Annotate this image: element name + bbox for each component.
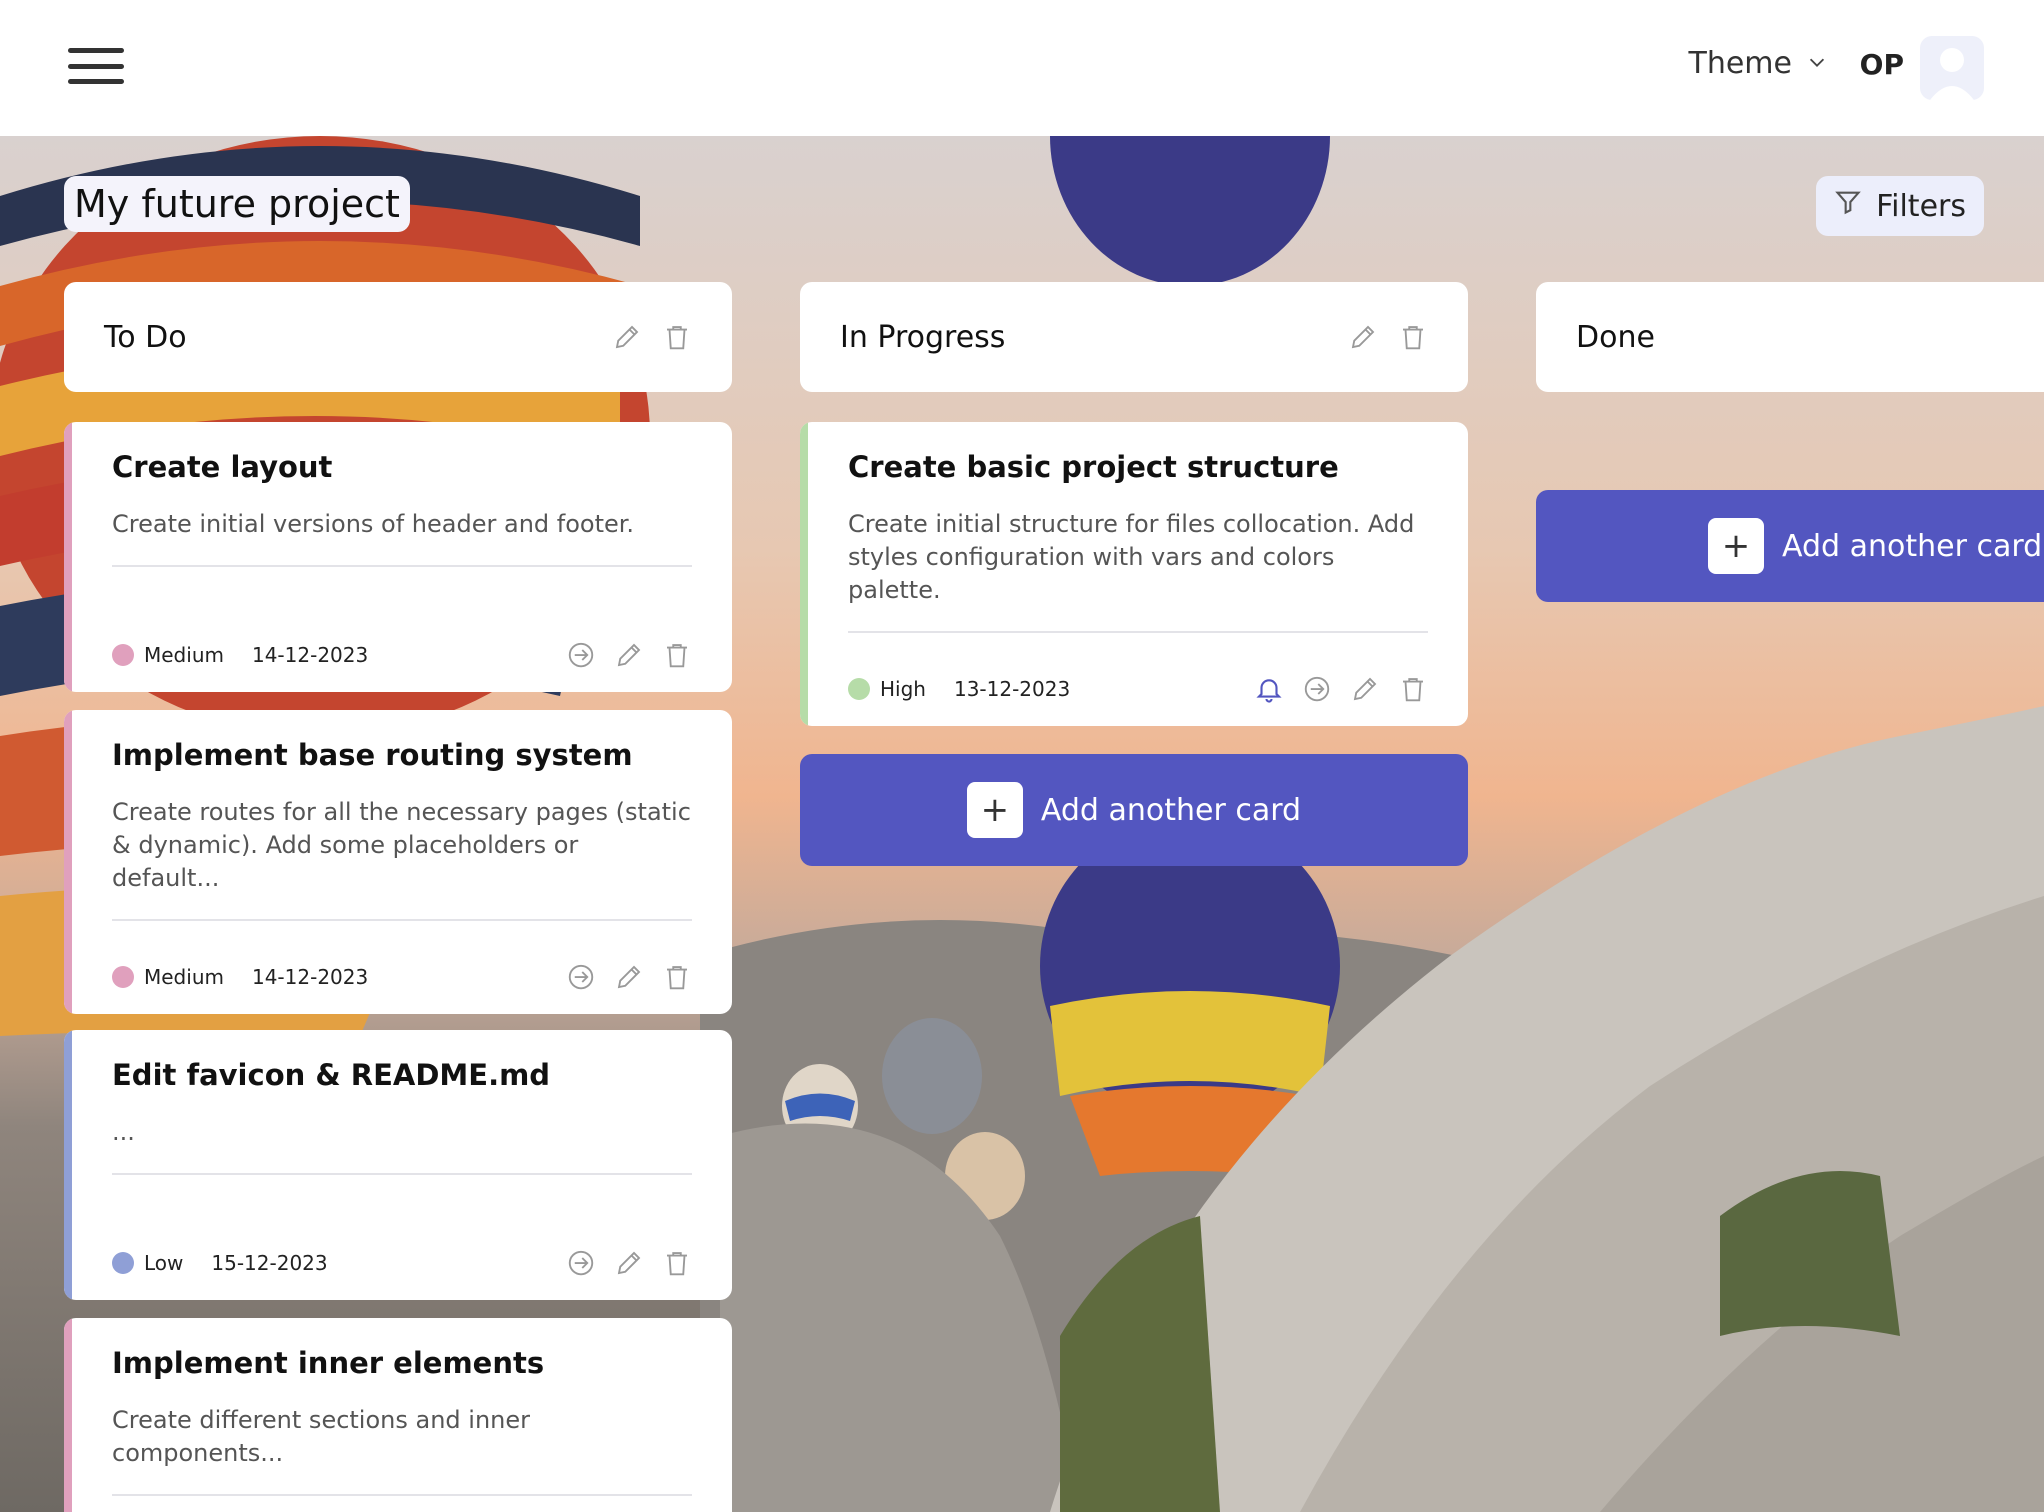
add-card-label: Add another card — [1782, 528, 2043, 564]
user-initials: OP — [1859, 48, 1904, 81]
move-arrow-icon[interactable] — [1302, 674, 1332, 704]
task-card[interactable]: Edit favicon & README.md ... Low 15-12-2… — [64, 1030, 732, 1300]
top-header: Theme OP — [0, 0, 2044, 136]
card-title: Create layout — [112, 450, 333, 484]
filters-button[interactable]: Filters — [1816, 176, 1984, 236]
card-title: Create basic project structure — [848, 450, 1339, 484]
plus-icon: + — [966, 782, 1023, 838]
priority-label: Low — [144, 1251, 184, 1275]
card-title: Edit favicon & README.md — [112, 1058, 551, 1092]
move-arrow-icon[interactable] — [566, 640, 596, 670]
filter-icon — [1834, 188, 1862, 224]
column-title: In Progress — [840, 319, 1006, 355]
add-card-label: Add another card — [1040, 792, 1302, 828]
menu-line — [68, 63, 124, 69]
task-card[interactable]: Implement inner elements Create differen… — [64, 1318, 732, 1512]
card-description: Create different sections and inner comp… — [112, 1406, 531, 1467]
theme-label: Theme — [1688, 46, 1792, 81]
task-card[interactable]: Create basic project structure Create in… — [800, 422, 1468, 726]
add-card-button[interactable]: + Add another card — [800, 754, 1468, 866]
plus-icon: + — [1708, 518, 1764, 574]
trash-icon[interactable] — [662, 1248, 692, 1278]
hamburger-menu-icon[interactable] — [68, 44, 124, 88]
add-card-button[interactable]: + Add another card — [1536, 490, 2044, 602]
priority-dot — [112, 644, 134, 666]
column-title: Done — [1576, 319, 1655, 355]
move-arrow-icon[interactable] — [566, 1248, 596, 1278]
card-title: Implement inner elements — [112, 1346, 545, 1380]
menu-line — [68, 79, 124, 84]
trash-icon[interactable] — [662, 640, 692, 670]
divider — [112, 565, 692, 567]
card-description: Create routes for all the necessary page… — [112, 798, 691, 892]
bell-icon[interactable] — [1254, 674, 1284, 704]
card-description: Create initial structure for files collo… — [848, 510, 1415, 604]
card-title: Implement base routing system — [112, 738, 633, 772]
board-title[interactable]: My future project — [64, 176, 410, 232]
chevron-down-icon — [1806, 46, 1828, 81]
column-header-done: Done — [1536, 282, 2044, 392]
card-description: Create initial versions of header and fo… — [112, 510, 635, 538]
task-card[interactable]: Create layout Create initial versions of… — [64, 422, 732, 692]
task-card[interactable]: Implement base routing system Create rou… — [64, 710, 732, 1014]
trash-icon[interactable] — [1398, 322, 1428, 352]
user-avatar-icon[interactable] — [1920, 36, 1984, 100]
priority-label: Medium — [144, 965, 224, 989]
trash-icon[interactable] — [662, 962, 692, 992]
filters-label: Filters — [1876, 188, 1966, 224]
divider — [112, 1173, 692, 1175]
edit-pencil-icon[interactable] — [612, 322, 642, 352]
divider — [112, 919, 692, 921]
divider — [848, 631, 1428, 633]
column-header-todo: To Do — [64, 282, 732, 392]
theme-dropdown[interactable]: Theme — [1689, 46, 1828, 81]
edit-pencil-icon[interactable] — [1348, 322, 1378, 352]
priority-dot — [112, 1252, 134, 1274]
due-date: 15-12-2023 — [211, 1251, 328, 1275]
edit-pencil-icon[interactable] — [614, 640, 644, 670]
card-description: ... — [112, 1118, 135, 1146]
move-arrow-icon[interactable] — [566, 962, 596, 992]
menu-line — [68, 48, 124, 53]
edit-pencil-icon[interactable] — [614, 962, 644, 992]
edit-pencil-icon[interactable] — [614, 1248, 644, 1278]
trash-icon[interactable] — [662, 322, 692, 352]
priority-label: High — [880, 677, 926, 701]
priority-dot — [848, 678, 870, 700]
priority-label: Medium — [144, 643, 224, 667]
due-date: 14-12-2023 — [251, 965, 369, 989]
trash-icon[interactable] — [1398, 674, 1428, 704]
due-date: 13-12-2023 — [953, 677, 1071, 701]
column-title: To Do — [104, 319, 187, 355]
priority-dot — [112, 966, 134, 988]
due-date: 14-12-2023 — [251, 643, 369, 667]
column-header-in-progress: In Progress — [800, 282, 1468, 392]
edit-pencil-icon[interactable] — [1350, 674, 1380, 704]
divider — [112, 1494, 692, 1496]
